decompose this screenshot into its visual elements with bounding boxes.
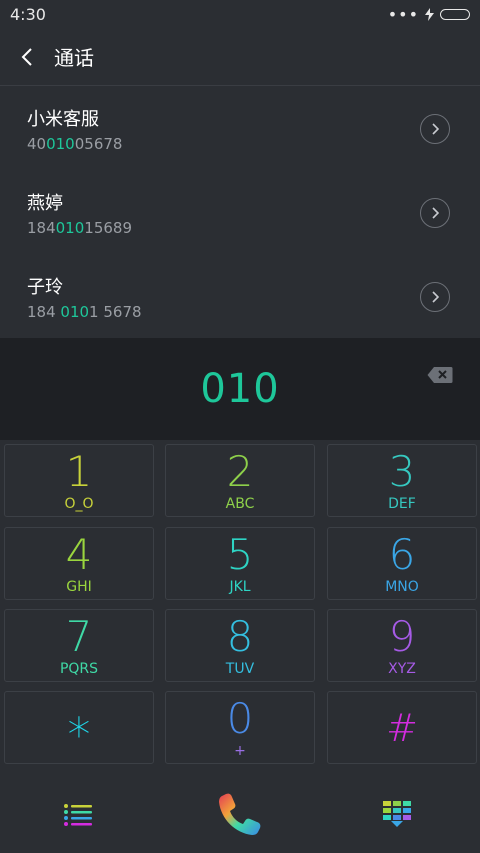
chevron-right-icon [432,207,439,219]
key-letters: GHI [66,578,92,595]
contact-detail-button[interactable] [420,282,450,312]
contact-detail-button[interactable] [420,114,450,144]
back-button[interactable] [2,28,52,86]
key-digit: * [67,707,91,762]
key-digit: 3 [388,446,416,496]
back-arrow-icon [21,47,32,66]
key-letters: PQRS [59,660,99,677]
dial-keypad: 1 O_O 2 ABC 3 DEF 4 GHI 5 JKL 6 MNO 7 PQ… [0,440,480,775]
key-digit: 5 [226,529,254,579]
key-digit: 8 [226,611,254,661]
key-digit: 0 [226,693,254,743]
key-hash[interactable]: # [327,691,477,764]
keypad-collapse-icon [383,801,411,827]
bottom-action-bar [0,775,480,853]
call-button[interactable] [200,775,280,853]
key-0[interactable]: 0 + [165,691,315,764]
key-6[interactable]: 6 MNO [327,527,477,600]
key-7[interactable]: 7 PQRS [4,609,154,682]
contact-suggestions: 小米客服 4001005678 燕婷 18401015689 子玲 184 01… [0,87,480,339]
call-log-button[interactable] [38,775,118,853]
contact-item[interactable]: 子玲 184 0101 5678 [0,255,480,339]
contact-info: 小米客服 4001005678 [27,105,122,153]
key-letters: O_O [64,495,94,512]
contact-number: 4001005678 [27,135,123,153]
chevron-right-icon [432,123,439,135]
contact-item[interactable]: 小米客服 4001005678 [0,87,480,171]
key-digit: # [386,705,418,750]
key-letters: JKL [229,578,251,595]
key-8[interactable]: 8 TUV [165,609,315,682]
key-letters: XYZ [388,660,416,677]
key-digit: 1 [65,446,93,496]
key-digit: 2 [226,446,254,496]
battery-icon [440,8,470,20]
phone-call-icon [219,793,261,835]
contact-info: 子玲 184 0101 5678 [27,273,142,321]
backspace-icon [427,367,453,383]
key-1[interactable]: 1 O_O [4,444,154,517]
contact-number: 184 0101 5678 [27,303,142,321]
notification-dots-icon: ••• [387,4,419,24]
status-bar: 4:30 ••• [0,0,480,28]
contact-name: 小米客服 [27,109,99,130]
key-digit: 4 [65,529,93,579]
key-digit: 6 [388,529,416,579]
dialed-number[interactable]: 010 [200,366,279,412]
list-icon [64,804,92,826]
contact-info: 燕婷 18401015689 [27,189,132,237]
contact-name: 子玲 [27,277,63,298]
matched-digits: 010 [55,219,85,237]
key-digit: 7 [65,611,93,661]
key-letters: MNO [385,578,419,595]
key-letters: DEF [388,495,416,512]
key-5[interactable]: 5 JKL [165,527,315,600]
charging-icon [425,7,434,21]
key-9[interactable]: 9 XYZ [327,609,477,682]
chevron-right-icon [432,291,439,303]
key-letters: TUV [225,660,255,677]
hide-keypad-button[interactable] [357,775,437,853]
key-2[interactable]: 2 ABC [165,444,315,517]
key-digit: 9 [388,611,416,661]
key-letters: + [234,742,246,759]
contact-number: 18401015689 [27,219,132,237]
status-icons: ••• [388,5,470,24]
key-4[interactable]: 4 GHI [4,527,154,600]
contact-item[interactable]: 燕婷 18401015689 [0,171,480,255]
matched-digits: 010 [46,135,75,153]
status-time: 4:30 [10,4,46,24]
dial-input-area: 010 [0,338,480,440]
page-title: 通话 [54,46,94,70]
key-star[interactable]: * [4,691,154,764]
matched-digits: 010 [60,303,90,321]
key-3[interactable]: 3 DEF [327,444,477,517]
header: 通话 [0,28,480,86]
contact-name: 燕婷 [27,193,63,214]
contact-detail-button[interactable] [420,198,450,228]
backspace-button[interactable] [427,366,453,388]
key-letters: ABC [225,495,255,512]
